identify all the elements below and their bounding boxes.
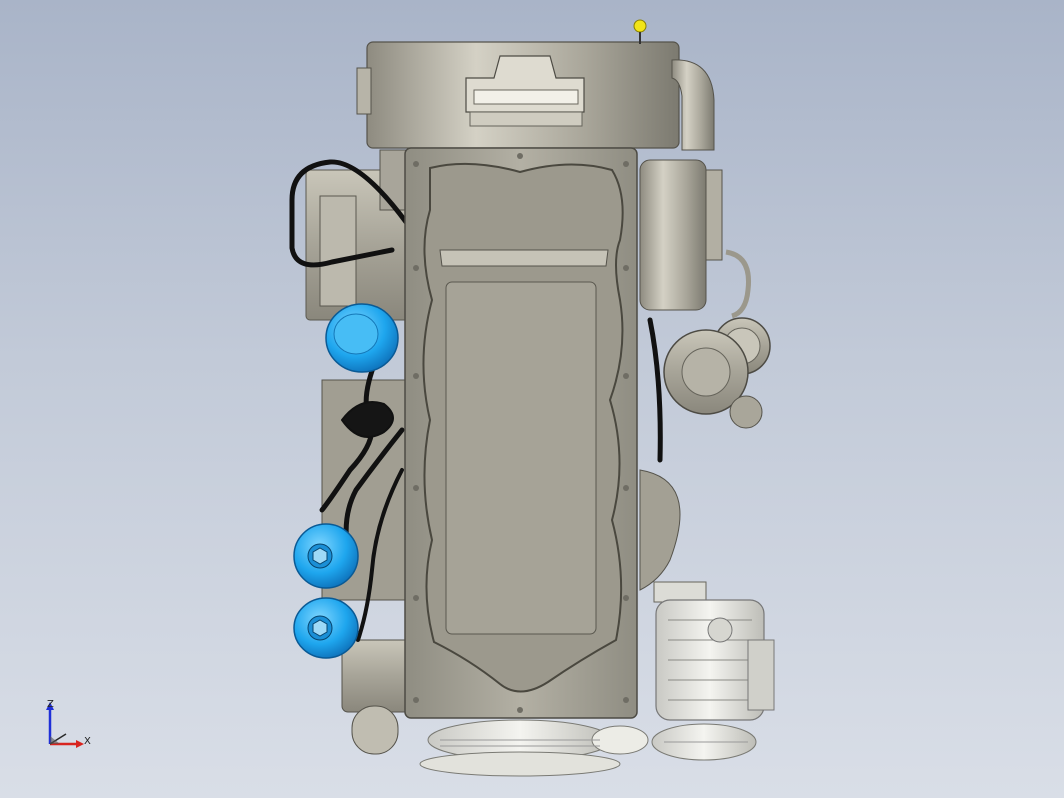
- pulley-belt-drive[interactable]: [419, 719, 757, 777]
- air-intake-housing[interactable]: [356, 19, 715, 151]
- alternator[interactable]: [655, 599, 775, 721]
- cad-viewport[interactable]: Z X: [0, 0, 1064, 798]
- fuel-filter-lower[interactable]: [293, 597, 359, 659]
- axis-z-label: Z: [47, 699, 54, 710]
- oil-pan[interactable]: [404, 147, 638, 719]
- engine-model[interactable]: [0, 0, 1064, 798]
- lifting-eye-icon: [633, 19, 647, 33]
- fuel-filter-middle[interactable]: [293, 523, 359, 589]
- oil-filter-upper[interactable]: [325, 303, 399, 373]
- axis-x-label: X: [84, 736, 91, 747]
